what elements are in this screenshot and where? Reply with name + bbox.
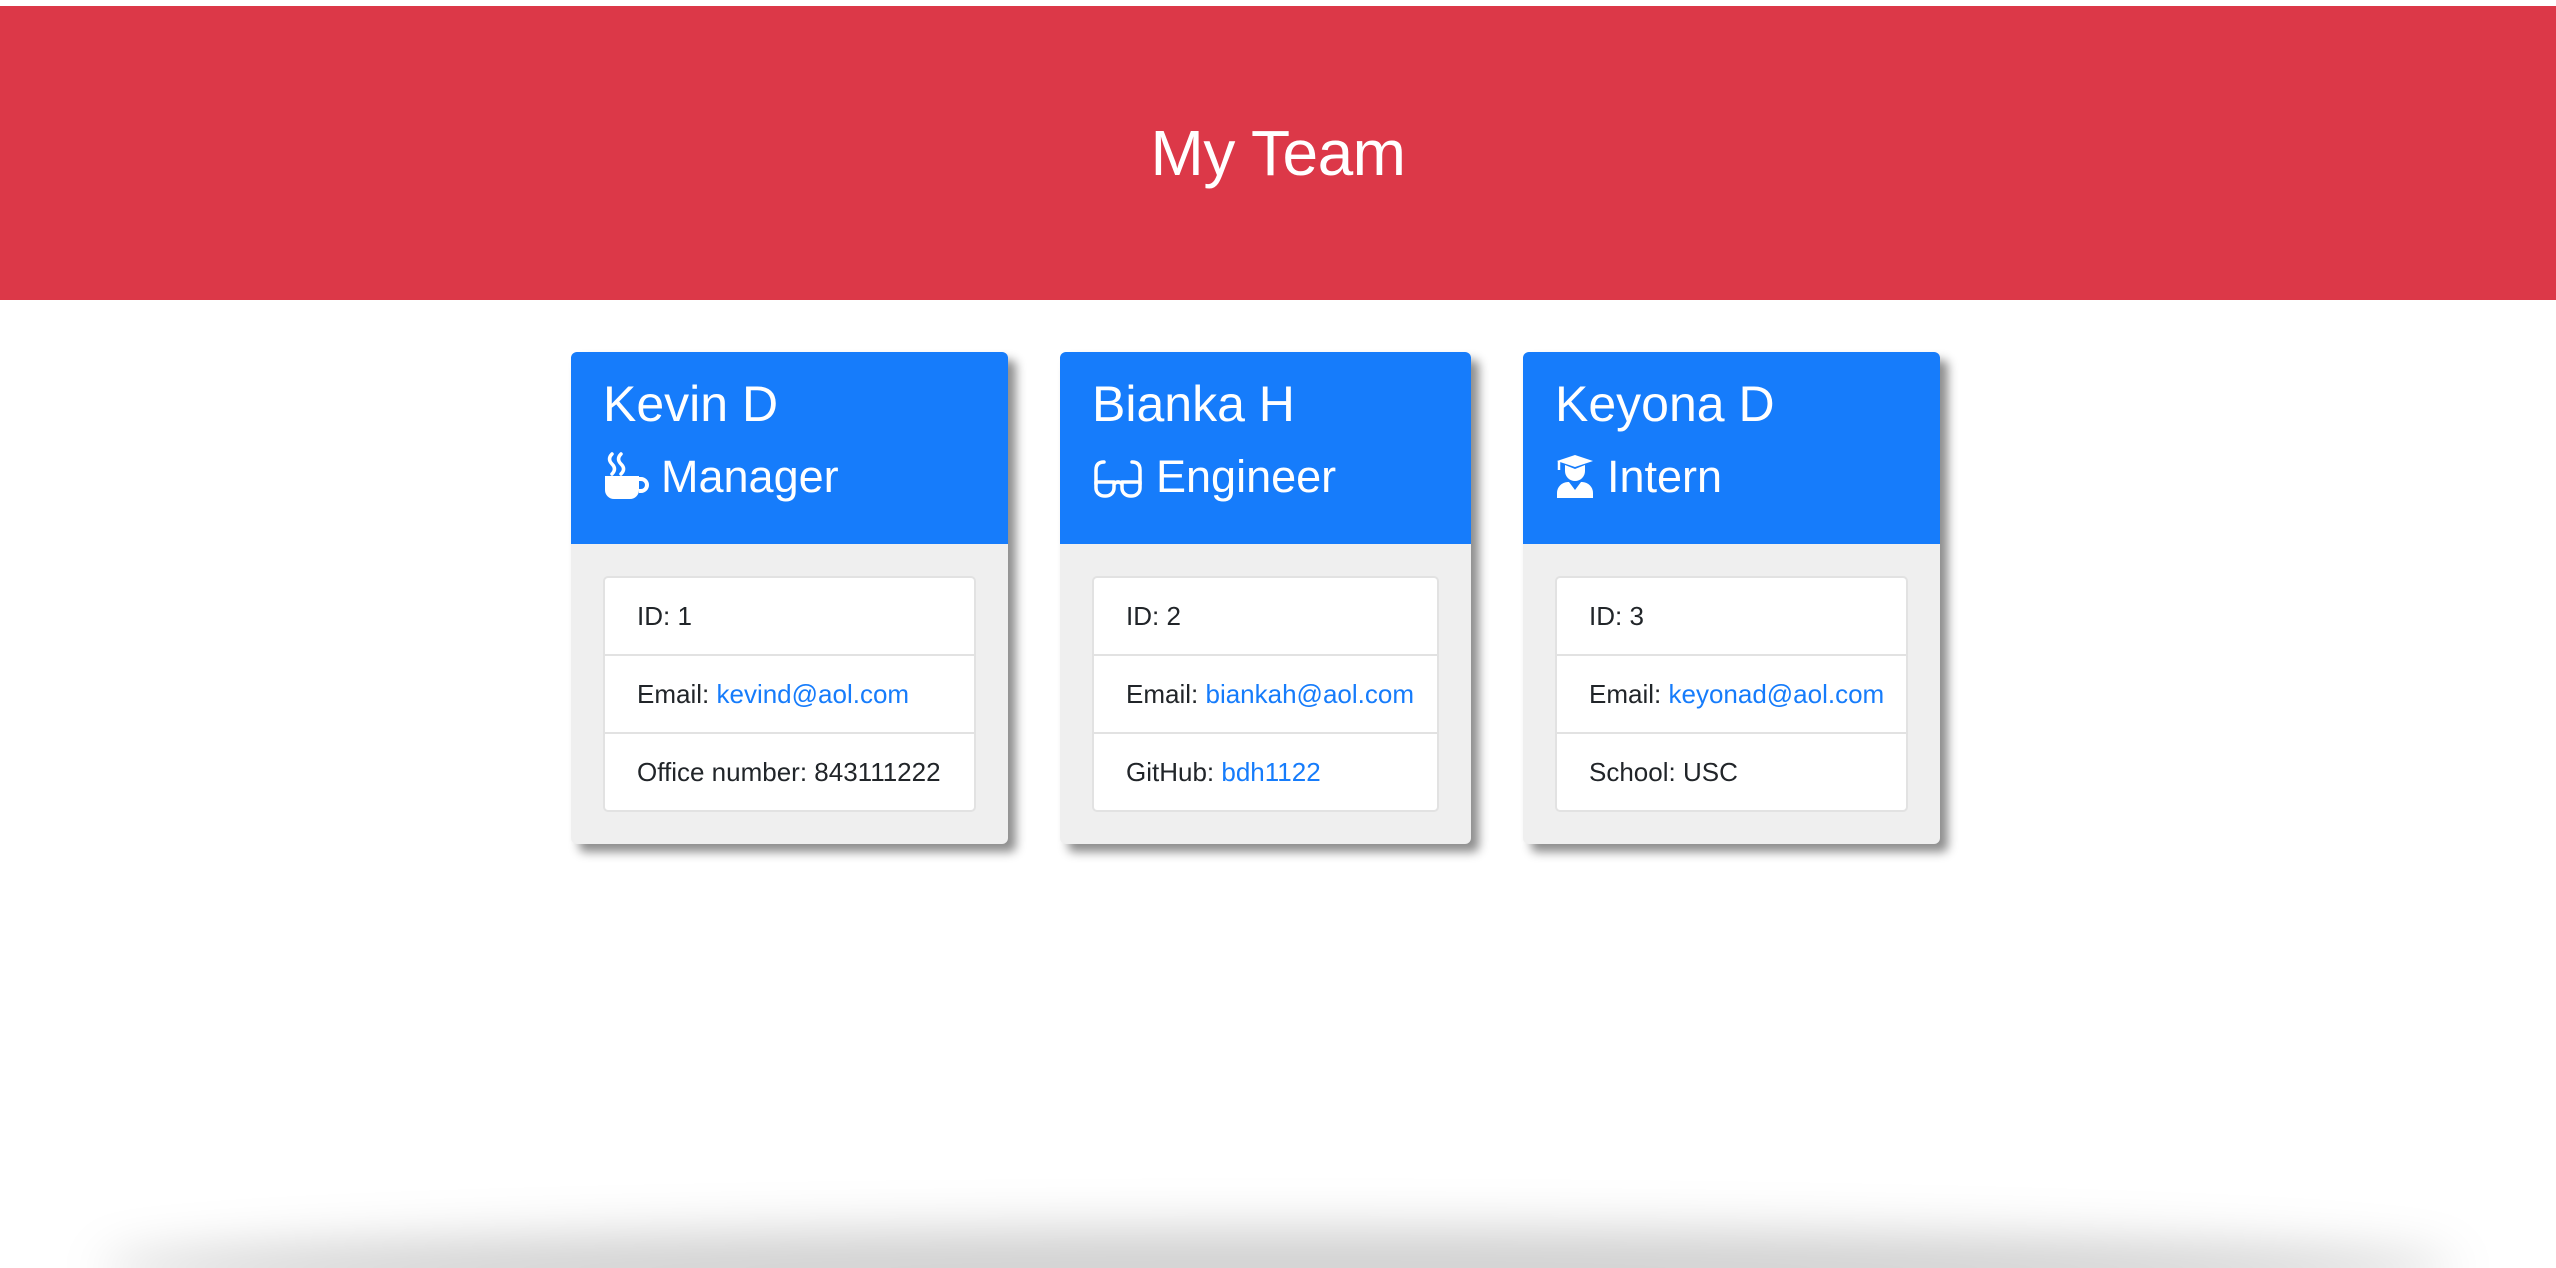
role-label: Manager <box>661 451 839 502</box>
employee-card-manager: Kevin D Manager ID: 1 Email: kevind@aol.… <box>571 352 1008 844</box>
list-item-id: ID: 1 <box>605 578 974 654</box>
email-link[interactable]: biankah@aol.com <box>1205 679 1414 709</box>
list-item-github: GitHub: bdh1122 <box>1094 732 1437 810</box>
email-label: Email: <box>1126 679 1199 709</box>
glasses-icon <box>1092 452 1144 502</box>
page: My Team Kevin D Manager ID: 1 Email: kev… <box>0 0 2556 1268</box>
id-label: ID: <box>637 601 671 631</box>
id-label: ID: <box>1589 601 1623 631</box>
id-value: 3 <box>1629 601 1644 631</box>
list-item-id: ID: 2 <box>1094 578 1437 654</box>
list-item-email: Email: kevind@aol.com <box>605 654 974 732</box>
graduate-icon <box>1555 452 1595 502</box>
employee-name: Kevin D <box>603 376 779 432</box>
list-item-id: ID: 3 <box>1557 578 1906 654</box>
role-label: Engineer <box>1156 451 1337 502</box>
email-label: Email: <box>1589 679 1662 709</box>
employee-role: Intern <box>1555 448 1940 506</box>
window-bottom-shadow <box>100 1228 2456 1268</box>
employee-card-intern: Keyona D Intern ID: 3 Email: keyonad@aol… <box>1523 352 1940 844</box>
employee-role: Engineer <box>1092 448 1471 506</box>
id-value: 2 <box>1166 601 1181 631</box>
id-value: 1 <box>677 601 692 631</box>
list-item-email: Email: keyonad@aol.com <box>1557 654 1906 732</box>
school-label: School: <box>1589 757 1676 787</box>
info-list: ID: 1 Email: kevind@aol.com Office numbe… <box>603 576 976 812</box>
github-label: GitHub: <box>1126 757 1215 787</box>
list-item-school: School: USC <box>1557 732 1906 810</box>
office-value: 843111222 <box>814 757 941 787</box>
role-label: Intern <box>1607 451 1723 502</box>
card-body: ID: 3 Email: keyonad@aol.com School: USC <box>1523 544 1940 844</box>
header-banner: My Team <box>0 6 2556 300</box>
team-cards: Kevin D Manager ID: 1 Email: kevind@aol.… <box>0 300 2556 844</box>
info-list: ID: 3 Email: keyonad@aol.com School: USC <box>1555 576 1908 812</box>
mug-icon <box>603 452 649 502</box>
card-header: Bianka H Engineer <box>1060 352 1471 544</box>
card-header: Keyona D Intern <box>1523 352 1940 544</box>
id-label: ID: <box>1126 601 1160 631</box>
info-list: ID: 2 Email: biankah@aol.com GitHub: bdh… <box>1092 576 1439 812</box>
employee-name: Keyona D <box>1555 376 1775 432</box>
email-label: Email: <box>637 679 710 709</box>
employee-card-engineer: Bianka H Engineer ID: 2 Email: biankah@a… <box>1060 352 1471 844</box>
page-title: My Team <box>1150 117 1406 189</box>
card-header: Kevin D Manager <box>571 352 1008 544</box>
list-item-office: Office number: 843111222 <box>605 732 974 810</box>
school-value: USC <box>1682 757 1738 787</box>
github-link[interactable]: bdh1122 <box>1221 757 1320 787</box>
card-body: ID: 2 Email: biankah@aol.com GitHub: bdh… <box>1060 544 1471 844</box>
list-item-email: Email: biankah@aol.com <box>1094 654 1437 732</box>
card-body: ID: 1 Email: kevind@aol.com Office numbe… <box>571 544 1008 844</box>
employee-role: Manager <box>603 448 1008 506</box>
email-link[interactable]: kevind@aol.com <box>716 679 909 709</box>
email-link[interactable]: keyonad@aol.com <box>1668 679 1884 709</box>
employee-name: Bianka H <box>1092 376 1295 432</box>
office-label: Office number: <box>637 757 808 787</box>
